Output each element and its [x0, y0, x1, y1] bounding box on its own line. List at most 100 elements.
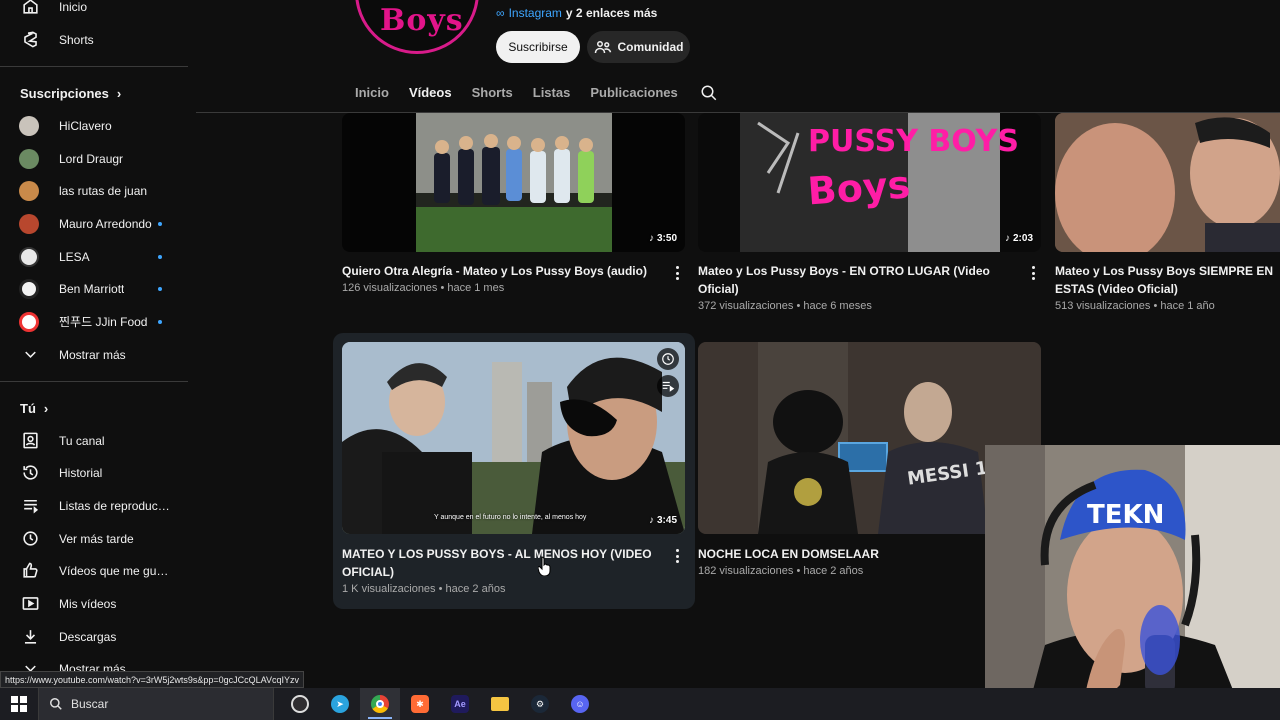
taskbar-app-obs[interactable]	[280, 688, 320, 720]
sidebar-item-label: Mostrar más	[59, 347, 126, 362]
sidebar-item-subscription[interactable]: LESA	[0, 240, 188, 273]
thumbnail-text: PUSSY BOYS	[808, 124, 1019, 159]
new-content-dot	[158, 286, 162, 291]
show-more-subscriptions[interactable]: Mostrar más	[0, 338, 188, 371]
webcam-overlay: TEKN	[985, 445, 1280, 720]
sidebar-item-label: Mauro Arredondo	[59, 216, 152, 231]
taskbar-app-chrome[interactable]	[360, 688, 400, 720]
sidebar-item-label: Descargas	[59, 629, 117, 644]
tab-inicio[interactable]: Inicio	[355, 85, 389, 110]
history-icon	[20, 463, 40, 483]
sidebar-item-downloads[interactable]: Descargas	[0, 620, 188, 653]
sidebar-item-history[interactable]: Historial	[0, 456, 188, 489]
community-label: Comunidad	[617, 40, 684, 54]
video-meta: 182 visualizaciones • hace 2 años	[698, 565, 864, 577]
video-title[interactable]: Quiero Otra Alegría - Mateo y Los Pussy …	[342, 262, 662, 280]
sidebar-item-label: Listas de reproducc...	[59, 498, 171, 513]
taskbar-app-discord[interactable]: ☺	[560, 688, 600, 720]
tab-videos[interactable]: Vídeos	[408, 85, 452, 126]
duration-text: 2:03	[1012, 233, 1033, 244]
taskbar: Buscar ➤ ✱ Ae ⚙ ☺	[0, 688, 1280, 720]
video-title[interactable]: Mateo y Los Pussy Boys SIEMPRE EN ESTAS …	[1055, 262, 1280, 298]
more-options-icon[interactable]	[673, 266, 681, 280]
shorts-icon	[20, 30, 40, 50]
sidebar-item-subscription[interactable]: las rutas de juan	[0, 174, 188, 207]
taskbar-search[interactable]: Buscar	[38, 688, 274, 720]
tab-shorts[interactable]: Shorts	[472, 85, 513, 110]
sidebar-item-subscription[interactable]: Mauro Arredondo	[0, 207, 188, 240]
sidebar-item-subscription[interactable]: Ben Marriott	[0, 272, 188, 305]
sidebar-item-label: Historial	[59, 465, 103, 480]
video-thumbnail[interactable]: ♪ 3:50	[342, 113, 685, 252]
video-meta: 1 K visualizaciones • hace 2 años	[342, 583, 506, 595]
subscribe-button[interactable]: Suscribirse	[496, 31, 580, 63]
avatar	[19, 180, 39, 201]
telegram-icon: ➤	[331, 695, 349, 713]
taskbar-app-telegram[interactable]: ➤	[320, 688, 360, 720]
obs-icon	[291, 695, 309, 713]
chevron-right-icon: ›	[43, 401, 49, 416]
search-icon[interactable]	[700, 84, 718, 102]
taskbar-search-placeholder: Buscar	[71, 697, 109, 711]
sidebar-item-my-videos[interactable]: Mis vídeos	[0, 587, 188, 620]
sidebar-item-label: Mis vídeos	[59, 596, 117, 611]
sidebar-item-label: HiClavero	[59, 118, 112, 133]
video-thumbnail[interactable]	[1055, 113, 1280, 252]
new-content-dot	[158, 221, 162, 226]
taskbar-app-after-effects[interactable]: Ae	[440, 688, 480, 720]
community-button[interactable]: Comunidad	[587, 31, 690, 63]
video-title[interactable]: NOCHE LOCA EN DOMSELAAR	[698, 545, 1008, 563]
more-options-icon[interactable]	[1029, 266, 1037, 280]
new-content-dot	[158, 254, 162, 259]
sidebar-item-shorts[interactable]: Shorts	[0, 23, 188, 56]
more-links[interactable]: y 2 enlaces más	[566, 6, 657, 20]
tab-publicaciones[interactable]: Publicaciones	[590, 85, 677, 110]
sidebar-item-playlists[interactable]: Listas de reproducc...	[0, 489, 188, 522]
taskbar-app-file-explorer[interactable]	[480, 688, 520, 720]
sidebar-item-your-channel[interactable]: Tu canal	[0, 424, 188, 457]
channel-avatar[interactable]: Boys	[355, 0, 479, 54]
sidebar-item-label: Lord Draugr	[59, 151, 124, 166]
subscriptions-title: Suscripciones	[20, 86, 109, 101]
add-to-queue-button[interactable]	[657, 375, 679, 397]
taskbar-app-steam[interactable]: ⚙	[520, 688, 560, 720]
sidebar-item-label: Vídeos que me gus...	[59, 563, 171, 578]
sidebar-item-liked-videos[interactable]: Vídeos que me gus...	[0, 554, 188, 587]
sidebar-item-label: Inicio	[59, 0, 88, 14]
sidebar-divider	[0, 381, 188, 382]
sidebar-item-label: Shorts	[59, 32, 94, 47]
you-heading[interactable]: Tú ›	[20, 401, 48, 416]
burned-in-subtitle: Y aunque en el futuro no lo intente, al …	[434, 514, 587, 521]
sidebar-item-label: LESA	[59, 249, 90, 264]
sidebar-item-label: Ver más tarde	[59, 531, 134, 546]
windows-start-button[interactable]	[0, 688, 38, 720]
chevron-right-icon: ›	[116, 86, 122, 101]
sidebar-item-watch-later[interactable]: Ver más tarde	[0, 522, 188, 555]
taskbar-app-orange[interactable]: ✱	[400, 688, 440, 720]
sidebar-item-label: las rutas de juan	[59, 183, 148, 198]
video-title[interactable]: Mateo y Los Pussy Boys - EN OTRO LUGAR (…	[698, 262, 1008, 298]
avatar	[19, 213, 39, 234]
more-options-icon[interactable]	[673, 549, 681, 563]
sidebar-item-subscription[interactable]: HiClavero	[0, 109, 188, 142]
sidebar-item-subscription[interactable]: Lord Draugr	[0, 142, 188, 175]
sidebar-divider	[0, 66, 188, 67]
video-title[interactable]: MATEO Y LOS PUSSY BOYS - AL MENOS HOY (V…	[342, 545, 662, 581]
watch-later-button[interactable]	[657, 348, 679, 370]
clock-icon	[662, 353, 674, 365]
windows-icon	[11, 696, 27, 712]
discord-icon: ☺	[571, 695, 589, 713]
sidebar-item-home[interactable]: Inicio	[0, 0, 188, 23]
home-icon	[20, 0, 40, 17]
video-thumbnail[interactable]: PUSSY BOYS Boys ♪ 2:03	[698, 113, 1041, 252]
instagram-link[interactable]: Instagram	[509, 6, 562, 20]
tab-listas[interactable]: Listas	[533, 85, 571, 110]
clock-icon	[20, 529, 40, 549]
download-icon	[20, 627, 40, 647]
video-meta: 372 visualizaciones • hace 6 meses	[698, 300, 872, 312]
video-thumbnail[interactable]: Y aunque en el futuro no lo intente, al …	[342, 342, 685, 534]
channel-links[interactable]: ∞ Instagram y 2 enlaces más	[496, 6, 657, 20]
new-content-dot	[158, 319, 162, 324]
sidebar-item-subscription[interactable]: 찐푸드 JJin Food	[0, 305, 188, 338]
subscriptions-heading[interactable]: Suscripciones ›	[20, 86, 121, 101]
